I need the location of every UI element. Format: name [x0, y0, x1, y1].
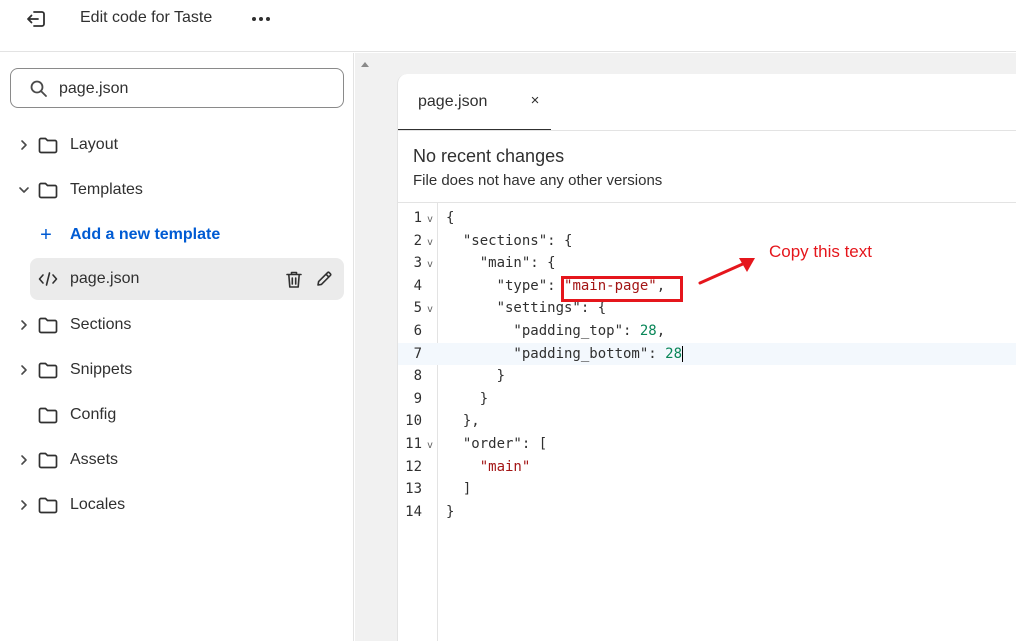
chevron-right-icon	[14, 450, 34, 470]
annotation-text: Copy this text	[769, 242, 872, 261]
line-number: 14	[405, 503, 422, 520]
line-number: 2	[413, 232, 422, 249]
changes-subtitle: File does not have any other versions	[413, 172, 663, 189]
folder-label: Snippets	[70, 361, 133, 378]
search-icon	[30, 80, 47, 97]
changes-title: No recent changes	[413, 146, 565, 166]
code-line[interactable]: 5 v "settings": {	[398, 297, 1016, 320]
folder-icon	[36, 313, 60, 337]
exit-icon	[27, 11, 45, 27]
code-line[interactable]: 9 }	[398, 388, 1016, 411]
code-line[interactable]: 14 }	[398, 501, 1016, 524]
add-template-link[interactable]: + Add a new template	[36, 215, 220, 255]
line-number: 7	[413, 345, 422, 362]
folder-icon	[36, 178, 60, 202]
chevron-right-icon	[14, 495, 34, 515]
code-line[interactable]: 12 "main"	[398, 456, 1016, 479]
line-number: 4	[413, 277, 422, 294]
search-field[interactable]	[10, 68, 344, 108]
code-line[interactable]: 2 v "sections": {	[398, 230, 1016, 253]
folder-icon	[36, 358, 60, 382]
tab-label: page.json	[418, 93, 488, 110]
code-line[interactable]: 11 v "order": [	[398, 433, 1016, 456]
chevron-right-icon	[14, 135, 34, 155]
tab-close-button[interactable]: ×	[528, 92, 542, 110]
fold-toggle-icon[interactable]: v	[427, 232, 433, 255]
line-number: 11	[405, 436, 422, 452]
folder-icon	[36, 493, 60, 517]
line-number: 3	[413, 255, 422, 272]
folder-snippets[interactable]: Snippets	[14, 350, 344, 390]
changes-divider	[398, 202, 1016, 203]
code-file-icon	[36, 267, 60, 291]
folder-label: Sections	[70, 316, 132, 333]
code-line[interactable]: 8 }	[398, 365, 1016, 388]
chevron-right-icon	[14, 360, 34, 380]
delete-file-button[interactable]	[283, 268, 305, 290]
line-number: 9	[413, 390, 422, 407]
line-number: 10	[405, 413, 422, 430]
chevron-down-icon	[14, 180, 34, 200]
folder-label: Assets	[70, 451, 119, 468]
folder-layout[interactable]: Layout	[14, 125, 344, 165]
exit-button[interactable]	[22, 6, 50, 32]
tab-page-json[interactable]: page.json ×	[398, 74, 551, 131]
folder-label: Templates	[70, 181, 143, 198]
scroll-up-arrow-icon[interactable]	[360, 60, 370, 68]
fold-toggle-icon[interactable]: v	[427, 435, 433, 458]
annotation-arrow-icon	[698, 258, 755, 285]
file-sidebar: Layout Templates + Add a new template pa…	[0, 53, 354, 641]
add-template-label: Add a new template	[70, 226, 221, 243]
folder-sections[interactable]: Sections	[14, 305, 344, 345]
text-cursor	[682, 345, 684, 362]
code-line[interactable]: 6 "padding_top": 28,	[398, 320, 1016, 343]
folder-assets[interactable]: Assets	[14, 440, 344, 480]
folder-icon	[36, 133, 60, 157]
trash-icon	[286, 271, 302, 288]
folder-icon	[36, 448, 60, 472]
folder-label: Config	[70, 406, 117, 423]
folder-label: Locales	[70, 496, 126, 513]
page-title: Edit code for Taste	[80, 9, 213, 26]
code-line-active[interactable]: 7 "padding_bottom": 28	[398, 342, 1016, 366]
more-actions-button[interactable]	[248, 6, 274, 32]
line-number: 6	[413, 323, 422, 339]
rename-file-button[interactable]	[313, 268, 335, 290]
fold-toggle-icon[interactable]: v	[427, 299, 433, 322]
line-number: 5	[413, 300, 422, 317]
line-number: 8	[413, 368, 422, 385]
line-number: 13	[405, 481, 422, 498]
more-horizontal-icon	[252, 17, 270, 21]
code-line[interactable]: 1 v {	[398, 207, 1016, 230]
fold-toggle-icon[interactable]: v	[427, 209, 433, 232]
line-number: 12	[405, 458, 422, 475]
tab-divider	[398, 130, 1016, 131]
top-bar: Edit code for Taste	[0, 0, 1016, 52]
file-item-page-json[interactable]: page.json	[30, 258, 344, 300]
code-line[interactable]: 10 },	[398, 410, 1016, 433]
folder-icon	[36, 403, 60, 427]
folder-locales[interactable]: Locales	[14, 485, 344, 525]
search-input[interactable]	[59, 78, 329, 100]
folder-config[interactable]: Config	[14, 395, 344, 435]
folder-templates[interactable]: Templates	[14, 170, 344, 210]
folder-label: Layout	[70, 136, 119, 153]
plus-icon: +	[40, 224, 52, 246]
code-editor-panel: page.json × No recent changes File does …	[397, 74, 1016, 641]
pencil-icon	[317, 271, 332, 286]
line-number: 1	[413, 210, 422, 226]
file-label: page.json	[70, 270, 140, 287]
chevron-right-icon	[14, 315, 34, 335]
code-line[interactable]: 13 ]	[398, 478, 1016, 501]
annotation-highlight-box	[561, 276, 683, 302]
fold-toggle-icon[interactable]: v	[427, 254, 433, 277]
